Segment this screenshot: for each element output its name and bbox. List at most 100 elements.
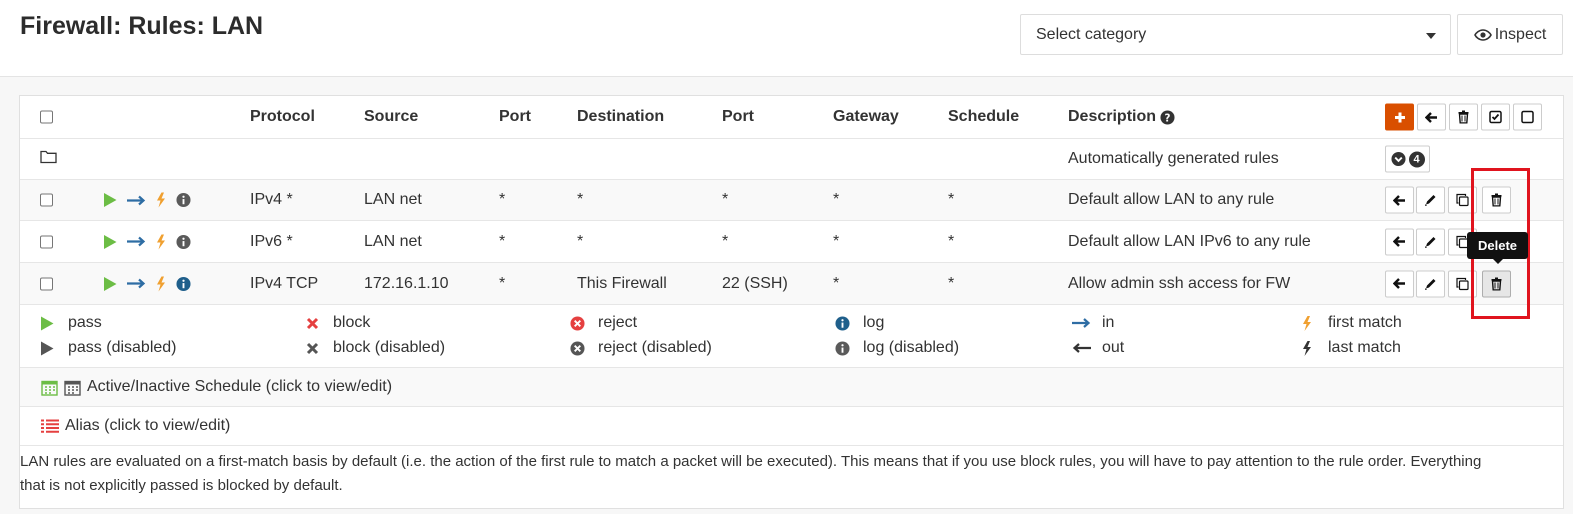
disable-selected-button[interactable] <box>1513 103 1542 131</box>
question-circle-icon[interactable]: ? <box>1160 109 1175 125</box>
legend-out: out <box>1070 339 1124 357</box>
arrow-left-icon <box>1393 278 1405 289</box>
arrow-left-long-icon <box>1072 343 1091 353</box>
alias-legend-row[interactable]: Alias (click to view/edit) <box>20 407 1563 446</box>
inspect-button[interactable]: Inspect <box>1457 14 1563 55</box>
col-dest-port: Port <box>722 108 754 125</box>
rule-status-icons <box>103 234 191 249</box>
rule-description: Allow admin ssh access for FW <box>1068 274 1291 292</box>
move-rule-button[interactable] <box>1385 270 1414 297</box>
rule-port: * <box>499 232 506 250</box>
rule-checkbox[interactable] <box>40 235 53 248</box>
legend-reject-disabled: reject (disabled) <box>566 339 712 357</box>
copy-icon <box>1456 193 1469 207</box>
info-icon[interactable] <box>176 276 191 291</box>
legend-log: log <box>831 314 884 332</box>
arrow-left-icon <box>1393 194 1405 206</box>
table-row: IPv4 TCP 172.16.1.10 * This Firewall 22 … <box>20 263 1563 305</box>
info-icon[interactable] <box>176 192 191 208</box>
move-rule-button[interactable] <box>1385 228 1414 255</box>
col-description-label: Description <box>1068 108 1157 125</box>
legend-in-label: in <box>1102 314 1115 331</box>
pencil-icon <box>1425 236 1436 248</box>
legend-block: block <box>301 314 370 332</box>
rule-protocol: IPv4 TCP <box>250 274 319 292</box>
arrow-left-icon <box>1393 236 1405 247</box>
alias-legend-label: Alias (click to view/edit) <box>65 417 231 434</box>
rule-gateway: * <box>833 274 840 292</box>
plus-icon <box>1394 112 1405 122</box>
square-icon <box>1521 110 1534 124</box>
auto-rules-group-row[interactable]: Automatically generated rules 4 <box>20 139 1563 180</box>
col-protocol: Protocol <box>250 108 315 125</box>
move-rule-button[interactable] <box>1385 186 1414 214</box>
legend-block-disabled-label: block (disabled) <box>333 339 446 356</box>
col-description: Description ? <box>1068 108 1175 126</box>
calendar-icon <box>41 380 58 396</box>
svg-text:?: ? <box>1165 112 1171 124</box>
rule-source: 172.16.1.10 <box>364 274 449 292</box>
arrow-right-icon <box>127 195 146 205</box>
rule-checkbox[interactable] <box>40 193 53 207</box>
rule-schedule: * <box>948 232 955 250</box>
schedule-legend: Active/Inactive Schedule (click to view/… <box>41 378 392 396</box>
chevron-down-icon <box>1390 151 1406 167</box>
legend-reject: reject <box>566 314 637 332</box>
play-icon[interactable] <box>103 193 117 208</box>
arrow-right-icon <box>127 236 146 247</box>
legend-log-label: log <box>863 314 885 331</box>
edit-rule-button[interactable] <box>1416 186 1445 214</box>
edit-rule-button[interactable] <box>1416 228 1445 255</box>
legend-block-label: block <box>333 314 371 331</box>
table-row: IPv6 * LAN net * * * * * Default allow L… <box>20 221 1563 263</box>
legend-reject-label: reject <box>598 314 638 331</box>
table-row: IPv4 * LAN net * * * * * Default allow L… <box>20 180 1563 221</box>
trash-icon <box>1458 110 1469 124</box>
pencil-icon <box>1425 195 1436 206</box>
delete-tooltip: Delete <box>1467 232 1528 264</box>
legend-first-match-label: first match <box>1328 314 1402 331</box>
rule-schedule: * <box>948 191 955 208</box>
times-icon <box>306 317 318 329</box>
legend-pass-disabled: pass (disabled) <box>36 339 177 357</box>
legend-last-match-label: last match <box>1328 339 1401 356</box>
auto-rules-description: Automatically generated rules <box>1068 150 1279 167</box>
play-icon[interactable] <box>103 276 117 291</box>
check-square-icon <box>1489 110 1502 124</box>
rule-protocol: IPv4 * <box>250 191 293 208</box>
bolt-icon <box>157 234 165 249</box>
col-source: Source <box>364 108 419 125</box>
category-select-value: Select category <box>1036 26 1147 43</box>
rule-port: * <box>499 191 506 208</box>
info-icon[interactable] <box>176 234 191 249</box>
bolt-icon <box>1303 315 1311 331</box>
rule-destination: This Firewall <box>577 274 667 292</box>
expand-auto-rules-button[interactable]: 4 <box>1385 145 1430 173</box>
add-rule-button[interactable] <box>1385 103 1414 131</box>
rule-gateway: * <box>833 191 840 208</box>
delete-selected-button[interactable] <box>1449 103 1478 131</box>
rules-panel: Protocol Source Port Destination Port Ga… <box>19 95 1564 509</box>
col-port: Port <box>499 108 531 125</box>
alias-legend: Alias (click to view/edit) <box>41 417 230 435</box>
legend-block-disabled: block (disabled) <box>301 339 445 357</box>
rule-dest-port: * <box>722 232 729 250</box>
schedule-legend-row[interactable]: Active/Inactive Schedule (click to view/… <box>20 368 1563 407</box>
rule-gateway: * <box>833 232 840 250</box>
select-all-checkbox[interactable] <box>40 110 53 124</box>
rule-status-icons <box>103 192 191 208</box>
caret-down-icon <box>1426 33 1436 39</box>
enable-selected-button[interactable] <box>1481 103 1510 131</box>
col-schedule: Schedule <box>948 108 1020 125</box>
category-select[interactable]: Select category <box>1020 14 1451 55</box>
move-rules-button[interactable] <box>1417 103 1446 131</box>
legend-log-disabled: log (disabled) <box>831 339 959 357</box>
legend-pass-disabled-label: pass (disabled) <box>68 339 177 356</box>
edit-rule-button[interactable] <box>1416 270 1445 297</box>
info-icon <box>834 340 850 356</box>
play-icon[interactable] <box>103 234 117 249</box>
bolt-icon <box>157 192 165 208</box>
rule-checkbox[interactable] <box>40 277 53 290</box>
copy-icon <box>1456 277 1469 290</box>
arrow-left-icon <box>1425 111 1437 123</box>
